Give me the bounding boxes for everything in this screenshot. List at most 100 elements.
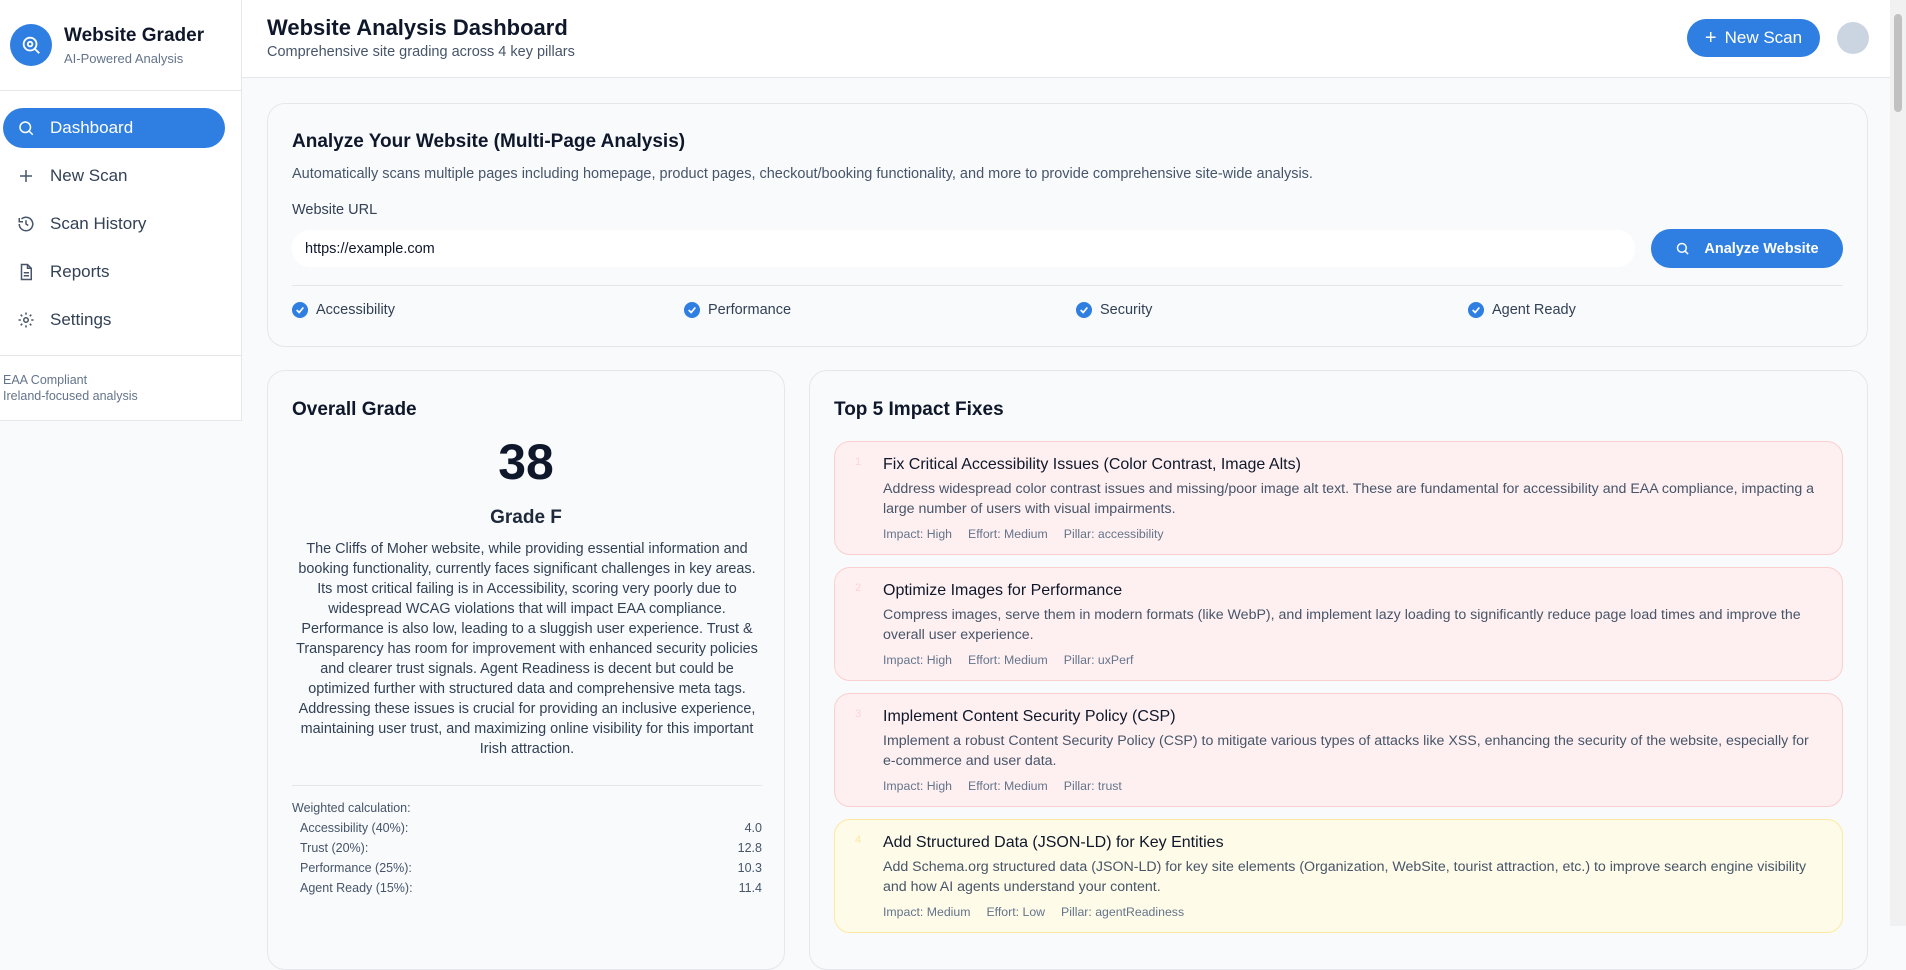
footer-compliance: EAA Compliant	[3, 373, 88, 387]
fix-description: Implement a robust Content Security Poli…	[883, 733, 1809, 769]
fix-effort: Effort: Low	[986, 905, 1046, 919]
grade-letter: Grade F	[490, 507, 562, 528]
fix-description: Compress images, serve them in modern fo…	[883, 607, 1801, 643]
page-title: Website Analysis Dashboard	[267, 15, 568, 40]
gear-icon	[16, 310, 36, 330]
pillar-checkbox-security[interactable]: Security	[1076, 302, 1152, 318]
weighted-value: 11.4	[738, 881, 762, 895]
pillar-label: Security	[1100, 302, 1153, 318]
weighted-row-agent-ready: Agent Ready (15%): 11.4	[300, 881, 762, 895]
weighted-value: 4.0	[744, 821, 762, 835]
fix-meta: Impact: High Effort: Medium Pillar: uxPe…	[883, 653, 1133, 667]
plus-icon: +	[1704, 27, 1717, 49]
weighted-value: 12.8	[737, 841, 762, 855]
analyze-card: Analyze Your Website (Multi-Page Analysi…	[267, 103, 1868, 347]
weighted-value: 10.3	[737, 861, 762, 875]
footer-region: Ireland-focused analysis	[3, 389, 138, 403]
weighted-label: Trust (20%):	[300, 841, 369, 855]
avatar[interactable]	[1837, 22, 1869, 54]
search-icon	[1675, 241, 1690, 256]
fix-item[interactable]: 1 Fix Critical Accessibility Issues (Col…	[834, 441, 1843, 555]
sidebar-item-settings[interactable]: Settings	[3, 300, 225, 340]
fix-effort: Effort: Medium	[968, 527, 1048, 541]
url-label: Website URL	[292, 202, 378, 218]
url-input[interactable]	[292, 230, 1635, 267]
weighted-label: Agent Ready (15%):	[300, 881, 413, 895]
fix-impact: Impact: High	[883, 653, 953, 667]
check-icon	[684, 302, 700, 318]
new-scan-label: New Scan	[1724, 28, 1803, 47]
check-icon	[292, 302, 308, 318]
fix-pillar: Pillar: trust	[1063, 779, 1122, 793]
weighted-row-performance: Performance (25%): 10.3	[300, 861, 762, 875]
overall-grade-card: Overall Grade 38 Grade F The Cliffs of M…	[267, 370, 785, 970]
history-icon	[16, 214, 36, 234]
fix-effort: Effort: Medium	[968, 779, 1048, 793]
sidebar-item-reports[interactable]: Reports	[3, 252, 225, 292]
sidebar-item-label: Scan History	[50, 214, 147, 233]
brand-subtitle: AI-Powered Analysis	[64, 50, 184, 66]
check-icon	[1076, 302, 1092, 318]
fix-effort: Effort: Medium	[968, 653, 1048, 667]
fix-title: Add Structured Data (JSON-LD) for Key En…	[883, 834, 1224, 851]
sidebar-item-label: Dashboard	[50, 118, 134, 137]
sidebar-item-label: New Scan	[50, 166, 128, 185]
pillar-checkbox-agent-ready[interactable]: Agent Ready	[1468, 302, 1576, 318]
top-fixes-card: Top 5 Impact Fixes 1 Fix Critical Access…	[809, 370, 1868, 970]
analyze-button-label: Analyze Website	[1704, 240, 1819, 257]
fix-number: 4	[855, 834, 862, 846]
fix-item[interactable]: 2 Optimize Images for Performance Compre…	[834, 567, 1843, 681]
pillar-label: Agent Ready	[1492, 302, 1576, 318]
fix-title: Implement Content Security Policy (CSP)	[883, 708, 1176, 725]
divider	[292, 785, 762, 786]
pillar-checkbox-performance[interactable]: Performance	[684, 302, 791, 318]
sidebar-item-dashboard[interactable]: Dashboard	[3, 108, 225, 148]
brand-logo-icon	[10, 24, 52, 66]
scrollbar[interactable]	[1890, 0, 1906, 926]
pillar-checkbox-accessibility[interactable]: Accessibility	[292, 302, 395, 318]
analyze-title: Analyze Your Website (Multi-Page Analysi…	[292, 131, 686, 152]
brand: Website Grader AI-Powered Analysis	[0, 0, 241, 91]
fix-pillar: Pillar: uxPerf	[1063, 653, 1134, 667]
fix-pillar: Pillar: accessibility	[1063, 527, 1164, 541]
top-fixes-title: Top 5 Impact Fixes	[834, 399, 1004, 420]
fix-description: Add Schema.org structured data (JSON-LD)…	[883, 859, 1807, 895]
fix-meta: Impact: High Effort: Medium Pillar: acce…	[883, 527, 1164, 541]
sidebar-item-label: Settings	[50, 310, 112, 329]
analyze-website-button[interactable]: Analyze Website	[1651, 229, 1843, 268]
analyze-description: Automatically scans multiple pages inclu…	[292, 166, 1313, 182]
divider	[292, 285, 1843, 286]
page-subtitle: Comprehensive site grading across 4 key …	[267, 44, 575, 60]
sidebar-footer: EAA Compliant Ireland-focused analysis	[0, 355, 241, 404]
sidebar-item-scan-history[interactable]: Scan History	[3, 204, 225, 244]
weighted-row-accessibility: Accessibility (40%): 4.0	[300, 821, 762, 835]
pillar-label: Performance	[708, 302, 792, 318]
fix-item[interactable]: 3 Implement Content Security Policy (CSP…	[834, 693, 1843, 807]
scrollbar-thumb[interactable]	[1894, 14, 1902, 112]
brand-title: Website Grader	[64, 24, 205, 46]
fix-meta: Impact: Medium Effort: Low Pillar: agent…	[883, 905, 1184, 919]
new-scan-button[interactable]: + New Scan	[1687, 19, 1820, 57]
fix-meta: Impact: High Effort: Medium Pillar: trus…	[883, 779, 1122, 793]
check-icon	[1468, 302, 1484, 318]
sidebar-nav: Dashboard New Scan Scan History Reports …	[0, 91, 241, 340]
fix-number: 1	[855, 456, 862, 468]
weighted-label: Performance (25%):	[300, 861, 412, 875]
fix-number: 2	[855, 582, 862, 594]
overall-score: 38	[498, 434, 554, 490]
plus-icon	[16, 166, 36, 186]
fix-item[interactable]: 4 Add Structured Data (JSON-LD) for Key …	[834, 819, 1843, 933]
fix-pillar: Pillar: agentReadiness	[1061, 905, 1185, 919]
fix-description: Address widespread color contrast issues…	[883, 481, 1815, 517]
weighted-calculation-title: Weighted calculation:	[292, 801, 411, 815]
fix-title: Fix Critical Accessibility Issues (Color…	[883, 456, 1301, 473]
fix-impact: Impact: High	[883, 527, 953, 541]
pillar-label: Accessibility	[316, 302, 395, 318]
fix-title: Optimize Images for Performance	[883, 582, 1123, 599]
fix-number: 3	[855, 708, 862, 720]
overall-grade-title: Overall Grade	[292, 399, 417, 420]
weighted-row-trust: Trust (20%): 12.8	[300, 841, 762, 855]
weighted-label: Accessibility (40%):	[300, 821, 409, 835]
fix-impact: Impact: High	[883, 779, 953, 793]
sidebar-item-new-scan[interactable]: New Scan	[3, 156, 225, 196]
